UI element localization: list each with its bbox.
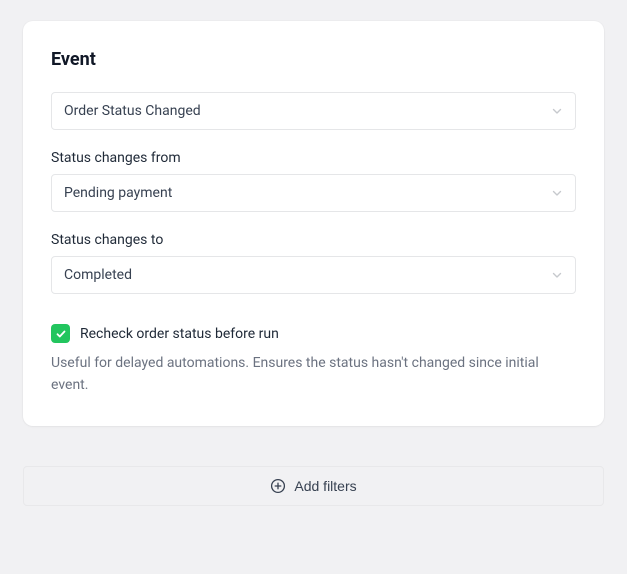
chevron-down-icon bbox=[551, 187, 563, 199]
event-card: Event Order Status Changed Status change… bbox=[23, 21, 604, 426]
plus-circle-icon bbox=[270, 478, 286, 494]
status-to-label: Status changes to bbox=[51, 232, 576, 248]
status-from-value: Pending payment bbox=[64, 185, 172, 201]
recheck-label: Recheck order status before run bbox=[80, 326, 279, 342]
event-select[interactable]: Order Status Changed bbox=[51, 92, 576, 130]
chevron-down-icon bbox=[551, 269, 563, 281]
add-filters-button[interactable]: Add filters bbox=[23, 466, 604, 506]
status-from-select[interactable]: Pending payment bbox=[51, 174, 576, 212]
chevron-down-icon bbox=[551, 105, 563, 117]
add-filters-label: Add filters bbox=[294, 478, 356, 494]
recheck-checkbox[interactable] bbox=[51, 324, 70, 343]
event-select-value: Order Status Changed bbox=[64, 103, 201, 119]
recheck-help-text: Useful for delayed automations. Ensures … bbox=[51, 353, 576, 396]
recheck-row: Recheck order status before run bbox=[51, 324, 576, 343]
status-to-select[interactable]: Completed bbox=[51, 256, 576, 294]
section-title: Event bbox=[51, 49, 576, 70]
status-from-label: Status changes from bbox=[51, 150, 576, 166]
status-to-value: Completed bbox=[64, 267, 132, 283]
